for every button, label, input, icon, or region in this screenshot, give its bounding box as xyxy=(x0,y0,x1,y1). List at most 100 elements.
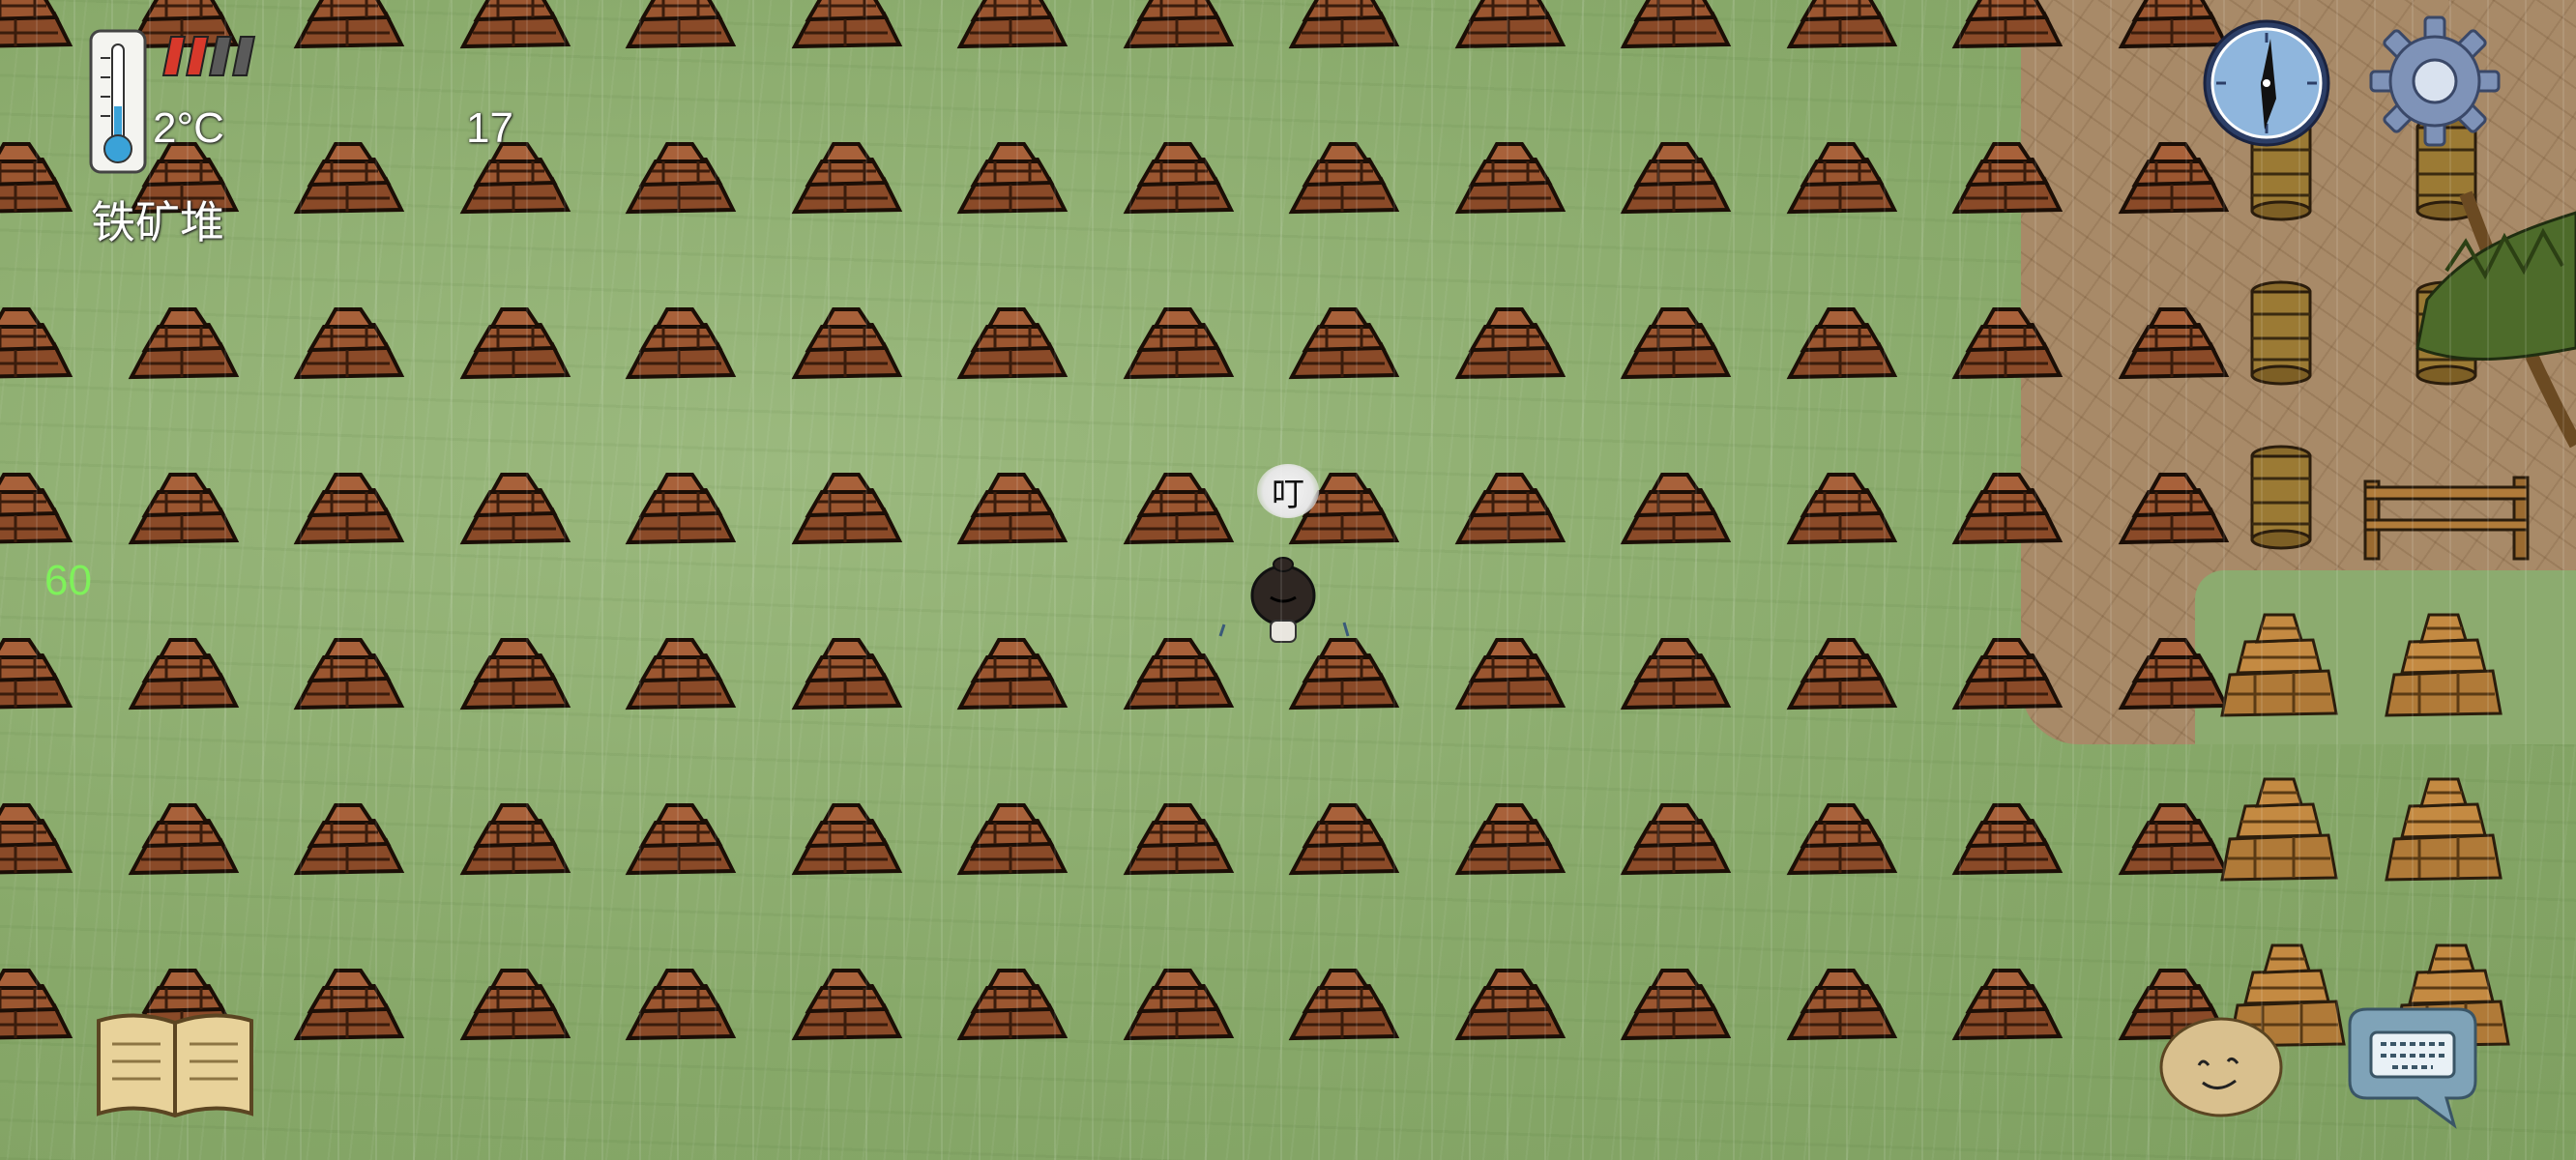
iron-ore-pile[interactable] xyxy=(1951,801,2064,879)
iron-ore-pile[interactable] xyxy=(791,305,903,383)
iron-ore-pile[interactable] xyxy=(1951,305,2064,383)
iron-ore-pile[interactable] xyxy=(956,801,1068,879)
iron-ore-pile[interactable] xyxy=(1620,801,1732,879)
iron-ore-pile[interactable] xyxy=(1288,967,1400,1044)
barrel[interactable] xyxy=(2249,445,2313,551)
iron-ore-pile[interactable] xyxy=(459,471,571,548)
iron-ore-pile[interactable] xyxy=(293,967,405,1044)
gear-icon[interactable] xyxy=(2367,14,2503,149)
iron-ore-pile[interactable] xyxy=(128,471,240,548)
iron-ore-pile[interactable] xyxy=(791,140,903,218)
iron-ore-pile[interactable] xyxy=(128,305,240,383)
firewood-pile[interactable] xyxy=(2216,607,2342,723)
iron-ore-pile[interactable] xyxy=(1123,140,1235,218)
iron-ore-pile[interactable] xyxy=(459,801,571,879)
iron-ore-pile[interactable] xyxy=(956,140,1068,218)
iron-ore-pile[interactable] xyxy=(956,0,1068,52)
iron-ore-pile[interactable] xyxy=(1951,636,2064,713)
book-icon[interactable] xyxy=(93,1005,257,1121)
barrel[interactable] xyxy=(2249,280,2313,387)
iron-ore-pile[interactable] xyxy=(1454,0,1566,52)
iron-ore-pile[interactable] xyxy=(1951,0,2064,52)
iron-ore-pile[interactable] xyxy=(1288,140,1400,218)
wooden-fence[interactable] xyxy=(2359,472,2533,565)
iron-ore-pile[interactable] xyxy=(0,471,73,548)
iron-ore-pile[interactable] xyxy=(1123,801,1235,879)
iron-ore-pile[interactable] xyxy=(956,305,1068,383)
iron-ore-pile[interactable] xyxy=(1123,967,1235,1044)
iron-ore-pile[interactable] xyxy=(1454,801,1566,879)
iron-ore-pile[interactable] xyxy=(1620,0,1732,52)
iron-ore-pile[interactable] xyxy=(1786,636,1898,713)
iron-ore-pile[interactable] xyxy=(459,967,571,1044)
iron-ore-pile[interactable] xyxy=(1620,305,1732,383)
game-world[interactable]: 叮 2°C 17 铁矿堆 60 xyxy=(0,0,2576,1160)
iron-ore-pile[interactable] xyxy=(1454,967,1566,1044)
iron-ore-pile[interactable] xyxy=(1454,471,1566,548)
firewood-pile[interactable] xyxy=(2381,771,2506,887)
iron-ore-pile[interactable] xyxy=(1288,0,1400,52)
iron-ore-pile[interactable] xyxy=(956,636,1068,713)
iron-ore-pile[interactable] xyxy=(459,636,571,713)
iron-ore-pile[interactable] xyxy=(293,0,405,52)
iron-ore-pile[interactable] xyxy=(791,471,903,548)
iron-ore-pile[interactable] xyxy=(1288,305,1400,383)
iron-ore-pile[interactable] xyxy=(2118,471,2230,548)
iron-ore-pile[interactable] xyxy=(791,636,903,713)
iron-ore-pile[interactable] xyxy=(1123,305,1235,383)
iron-ore-pile[interactable] xyxy=(1786,471,1898,548)
iron-ore-pile[interactable] xyxy=(2118,636,2230,713)
iron-ore-pile[interactable] xyxy=(293,801,405,879)
iron-ore-pile[interactable] xyxy=(625,140,737,218)
iron-ore-pile[interactable] xyxy=(1454,305,1566,383)
iron-ore-pile[interactable] xyxy=(1786,140,1898,218)
iron-ore-pile[interactable] xyxy=(293,471,405,548)
iron-ore-pile[interactable] xyxy=(1620,471,1732,548)
player-character[interactable] xyxy=(1211,536,1356,656)
iron-ore-pile[interactable] xyxy=(1951,967,2064,1044)
iron-ore-pile[interactable] xyxy=(1951,140,2064,218)
pine-tree[interactable] xyxy=(2408,155,2576,464)
iron-ore-pile[interactable] xyxy=(1288,801,1400,879)
iron-ore-pile[interactable] xyxy=(625,471,737,548)
iron-ore-pile[interactable] xyxy=(625,967,737,1044)
iron-ore-pile[interactable] xyxy=(1620,967,1732,1044)
iron-ore-pile[interactable] xyxy=(293,140,405,218)
iron-ore-pile[interactable] xyxy=(293,636,405,713)
iron-ore-pile[interactable] xyxy=(459,305,571,383)
iron-ore-pile[interactable] xyxy=(1454,636,1566,713)
keyboard-icon[interactable] xyxy=(2340,1005,2485,1131)
iron-ore-pile[interactable] xyxy=(2118,140,2230,218)
iron-ore-pile[interactable] xyxy=(0,0,73,52)
iron-ore-pile[interactable] xyxy=(0,305,73,383)
iron-ore-pile[interactable] xyxy=(1786,305,1898,383)
iron-ore-pile[interactable] xyxy=(956,471,1068,548)
iron-ore-pile[interactable] xyxy=(128,636,240,713)
iron-ore-pile[interactable] xyxy=(2118,305,2230,383)
compass-icon[interactable] xyxy=(2201,17,2332,149)
iron-ore-pile[interactable] xyxy=(1620,636,1732,713)
iron-ore-pile[interactable] xyxy=(1786,0,1898,52)
iron-ore-pile[interactable] xyxy=(1454,140,1566,218)
iron-ore-pile[interactable] xyxy=(791,0,903,52)
iron-ore-pile[interactable] xyxy=(956,967,1068,1044)
iron-ore-pile[interactable] xyxy=(625,801,737,879)
iron-ore-pile[interactable] xyxy=(0,967,73,1044)
firewood-pile[interactable] xyxy=(2216,771,2342,887)
iron-ore-pile[interactable] xyxy=(0,140,73,218)
iron-ore-pile[interactable] xyxy=(2118,801,2230,879)
iron-ore-pile[interactable] xyxy=(791,801,903,879)
iron-ore-pile[interactable] xyxy=(1786,967,1898,1044)
iron-ore-pile[interactable] xyxy=(293,305,405,383)
iron-ore-pile[interactable] xyxy=(0,636,73,713)
iron-ore-pile[interactable] xyxy=(0,801,73,879)
potato-face-icon[interactable] xyxy=(2156,1011,2286,1121)
iron-ore-pile[interactable] xyxy=(1123,0,1235,52)
iron-ore-pile[interactable] xyxy=(1951,471,2064,548)
iron-ore-pile[interactable] xyxy=(1620,140,1732,218)
iron-ore-pile[interactable] xyxy=(625,636,737,713)
iron-ore-pile[interactable] xyxy=(625,305,737,383)
iron-ore-pile[interactable] xyxy=(625,0,737,52)
firewood-pile[interactable] xyxy=(2381,607,2506,723)
iron-ore-pile[interactable] xyxy=(128,801,240,879)
